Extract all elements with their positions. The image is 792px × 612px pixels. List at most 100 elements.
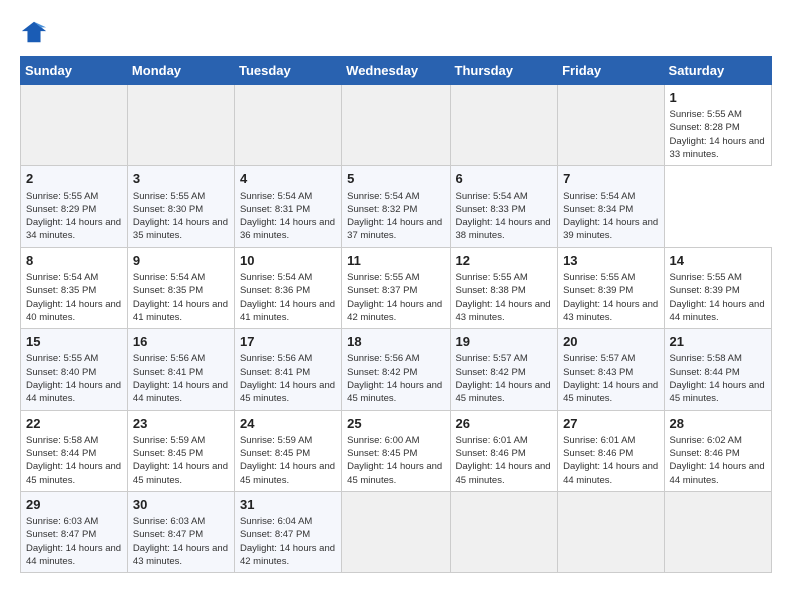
day-number: 16 bbox=[133, 333, 229, 351]
logo bbox=[20, 18, 52, 46]
calendar-cell: 5Sunrise: 5:54 AMSunset: 8:32 PMDaylight… bbox=[342, 166, 450, 247]
calendar-header-tuesday: Tuesday bbox=[234, 57, 341, 85]
daylight: Daylight: 14 hours and 42 minutes. bbox=[240, 543, 335, 567]
daylight: Daylight: 14 hours and 34 minutes. bbox=[26, 217, 121, 241]
calendar-header-row: SundayMondayTuesdayWednesdayThursdayFrid… bbox=[21, 57, 772, 85]
calendar-cell: 11Sunrise: 5:55 AMSunset: 8:37 PMDayligh… bbox=[342, 247, 450, 328]
sunrise: Sunrise: 5:54 AM bbox=[240, 191, 312, 202]
calendar-cell: 23Sunrise: 5:59 AMSunset: 8:45 PMDayligh… bbox=[127, 410, 234, 491]
calendar-cell: 9Sunrise: 5:54 AMSunset: 8:35 PMDaylight… bbox=[127, 247, 234, 328]
calendar-cell: 28Sunrise: 6:02 AMSunset: 8:46 PMDayligh… bbox=[664, 410, 771, 491]
daylight: Daylight: 14 hours and 45 minutes. bbox=[347, 461, 442, 485]
sunset: Sunset: 8:35 PM bbox=[26, 285, 96, 296]
daylight: Daylight: 14 hours and 45 minutes. bbox=[670, 380, 765, 404]
sunset: Sunset: 8:47 PM bbox=[133, 529, 203, 540]
sunrise: Sunrise: 6:00 AM bbox=[347, 435, 419, 446]
sunset: Sunset: 8:45 PM bbox=[240, 448, 310, 459]
sunset: Sunset: 8:45 PM bbox=[347, 448, 417, 459]
sunrise: Sunrise: 5:56 AM bbox=[133, 353, 205, 364]
daylight: Daylight: 14 hours and 43 minutes. bbox=[456, 299, 551, 323]
day-number: 31 bbox=[240, 496, 336, 514]
sunrise: Sunrise: 5:55 AM bbox=[133, 191, 205, 202]
sunset: Sunset: 8:31 PM bbox=[240, 204, 310, 215]
daylight: Daylight: 14 hours and 45 minutes. bbox=[563, 380, 658, 404]
calendar-cell bbox=[558, 85, 664, 166]
calendar-header-sunday: Sunday bbox=[21, 57, 128, 85]
daylight: Daylight: 14 hours and 44 minutes. bbox=[670, 299, 765, 323]
sunrise: Sunrise: 5:55 AM bbox=[670, 109, 742, 120]
sunrise: Sunrise: 5:55 AM bbox=[456, 272, 528, 283]
calendar-cell: 18Sunrise: 5:56 AMSunset: 8:42 PMDayligh… bbox=[342, 329, 450, 410]
calendar-cell: 20 Sunrise: 5:57 AM Sunset: 8:43 PM Dayligh… bbox=[558, 329, 664, 410]
sunrise: Sunrise: 6:02 AM bbox=[670, 435, 742, 446]
calendar-header-saturday: Saturday bbox=[664, 57, 771, 85]
sunrise: Sunrise: 5:54 AM bbox=[347, 191, 419, 202]
day-number: 12 bbox=[456, 252, 553, 270]
daylight: Daylight: 14 hours and 45 minutes. bbox=[240, 461, 335, 485]
sunset: Sunset: 8:43 PM bbox=[563, 367, 633, 378]
calendar-cell: 29Sunrise: 6:03 AMSunset: 8:47 PMDayligh… bbox=[21, 491, 128, 572]
sunrise: Sunrise: 5:57 AM bbox=[456, 353, 528, 364]
sunset: Sunset: 8:33 PM bbox=[456, 204, 526, 215]
calendar-table: SundayMondayTuesdayWednesdayThursdayFrid… bbox=[20, 56, 772, 573]
sunset: Sunset: 8:28 PM bbox=[670, 122, 740, 133]
daylight: Daylight: 14 hours and 44 minutes. bbox=[563, 461, 658, 485]
calendar-cell: 10Sunrise: 5:54 AMSunset: 8:36 PMDayligh… bbox=[234, 247, 341, 328]
daylight: Daylight: 14 hours and 44 minutes. bbox=[670, 461, 765, 485]
daylight: Daylight: 14 hours and 39 minutes. bbox=[563, 217, 658, 241]
daylight: Daylight: 14 hours and 41 minutes. bbox=[133, 299, 228, 323]
calendar-cell: 8Sunrise: 5:54 AMSunset: 8:35 PMDaylight… bbox=[21, 247, 128, 328]
calendar-cell: 31Sunrise: 6:04 AMSunset: 8:47 PMDayligh… bbox=[234, 491, 341, 572]
sunset: Sunset: 8:46 PM bbox=[563, 448, 633, 459]
day-number: 26 bbox=[456, 415, 553, 433]
day-number: 8 bbox=[26, 252, 122, 270]
daylight: Daylight: 14 hours and 43 minutes. bbox=[563, 299, 658, 323]
calendar-header-thursday: Thursday bbox=[450, 57, 558, 85]
sunset: Sunset: 8:41 PM bbox=[133, 367, 203, 378]
daylight: Daylight: 14 hours and 38 minutes. bbox=[456, 217, 551, 241]
sunrise: Sunrise: 6:01 AM bbox=[456, 435, 528, 446]
calendar-cell: 24Sunrise: 5:59 AMSunset: 8:45 PMDayligh… bbox=[234, 410, 341, 491]
daylight: Daylight: 14 hours and 41 minutes. bbox=[240, 299, 335, 323]
sunset: Sunset: 8:42 PM bbox=[347, 367, 417, 378]
sunrise: Sunrise: 5:56 AM bbox=[240, 353, 312, 364]
sunrise: Sunrise: 5:55 AM bbox=[347, 272, 419, 283]
sunrise: Sunrise: 5:59 AM bbox=[240, 435, 312, 446]
sunset: Sunset: 8:29 PM bbox=[26, 204, 96, 215]
calendar-cell: 6Sunrise: 5:54 AMSunset: 8:33 PMDaylight… bbox=[450, 166, 558, 247]
daylight: Daylight: 14 hours and 45 minutes. bbox=[240, 380, 335, 404]
daylight: Daylight: 14 hours and 40 minutes. bbox=[26, 299, 121, 323]
sunrise: Sunrise: 5:58 AM bbox=[670, 353, 742, 364]
sunrise: Sunrise: 5:58 AM bbox=[26, 435, 98, 446]
calendar-cell: 27Sunrise: 6:01 AMSunset: 8:46 PMDayligh… bbox=[558, 410, 664, 491]
daylight: Daylight: 14 hours and 45 minutes. bbox=[347, 380, 442, 404]
calendar-cell: 17Sunrise: 5:56 AMSunset: 8:41 PMDayligh… bbox=[234, 329, 341, 410]
day-number: 20 bbox=[563, 333, 658, 351]
sunrise: Sunrise: 5:59 AM bbox=[133, 435, 205, 446]
sunset: Sunset: 8:37 PM bbox=[347, 285, 417, 296]
sunset: Sunset: 8:30 PM bbox=[133, 204, 203, 215]
sunset: Sunset: 8:41 PM bbox=[240, 367, 310, 378]
day-number: 7 bbox=[563, 170, 658, 188]
calendar-header-wednesday: Wednesday bbox=[342, 57, 450, 85]
calendar-cell: 26Sunrise: 6:01 AMSunset: 8:46 PMDayligh… bbox=[450, 410, 558, 491]
day-number: 1 bbox=[670, 89, 766, 107]
sunset: Sunset: 8:38 PM bbox=[456, 285, 526, 296]
sunrise: Sunrise: 5:57 AM bbox=[563, 353, 635, 364]
sunrise: Sunrise: 5:54 AM bbox=[456, 191, 528, 202]
calendar-week-row: 15Sunrise: 5:55 AMSunset: 8:40 PMDayligh… bbox=[21, 329, 772, 410]
page-header bbox=[20, 18, 772, 46]
calendar-cell: 14Sunrise: 5:55 AMSunset: 8:39 PMDayligh… bbox=[664, 247, 771, 328]
calendar-cell bbox=[234, 85, 341, 166]
sunset: Sunset: 8:39 PM bbox=[670, 285, 740, 296]
day-number: 25 bbox=[347, 415, 444, 433]
calendar-cell: 22Sunrise: 5:58 AMSunset: 8:44 PMDayligh… bbox=[21, 410, 128, 491]
calendar-week-row: 29Sunrise: 6:03 AMSunset: 8:47 PMDayligh… bbox=[21, 491, 772, 572]
sunset: Sunset: 8:47 PM bbox=[26, 529, 96, 540]
calendar-week-row: 2Sunrise: 5:55 AMSunset: 8:29 PMDaylight… bbox=[21, 166, 772, 247]
sunrise: Sunrise: 5:55 AM bbox=[26, 191, 98, 202]
sunset: Sunset: 8:36 PM bbox=[240, 285, 310, 296]
calendar-header-friday: Friday bbox=[558, 57, 664, 85]
sunrise: Sunrise: 5:55 AM bbox=[670, 272, 742, 283]
sunset: Sunset: 8:32 PM bbox=[347, 204, 417, 215]
